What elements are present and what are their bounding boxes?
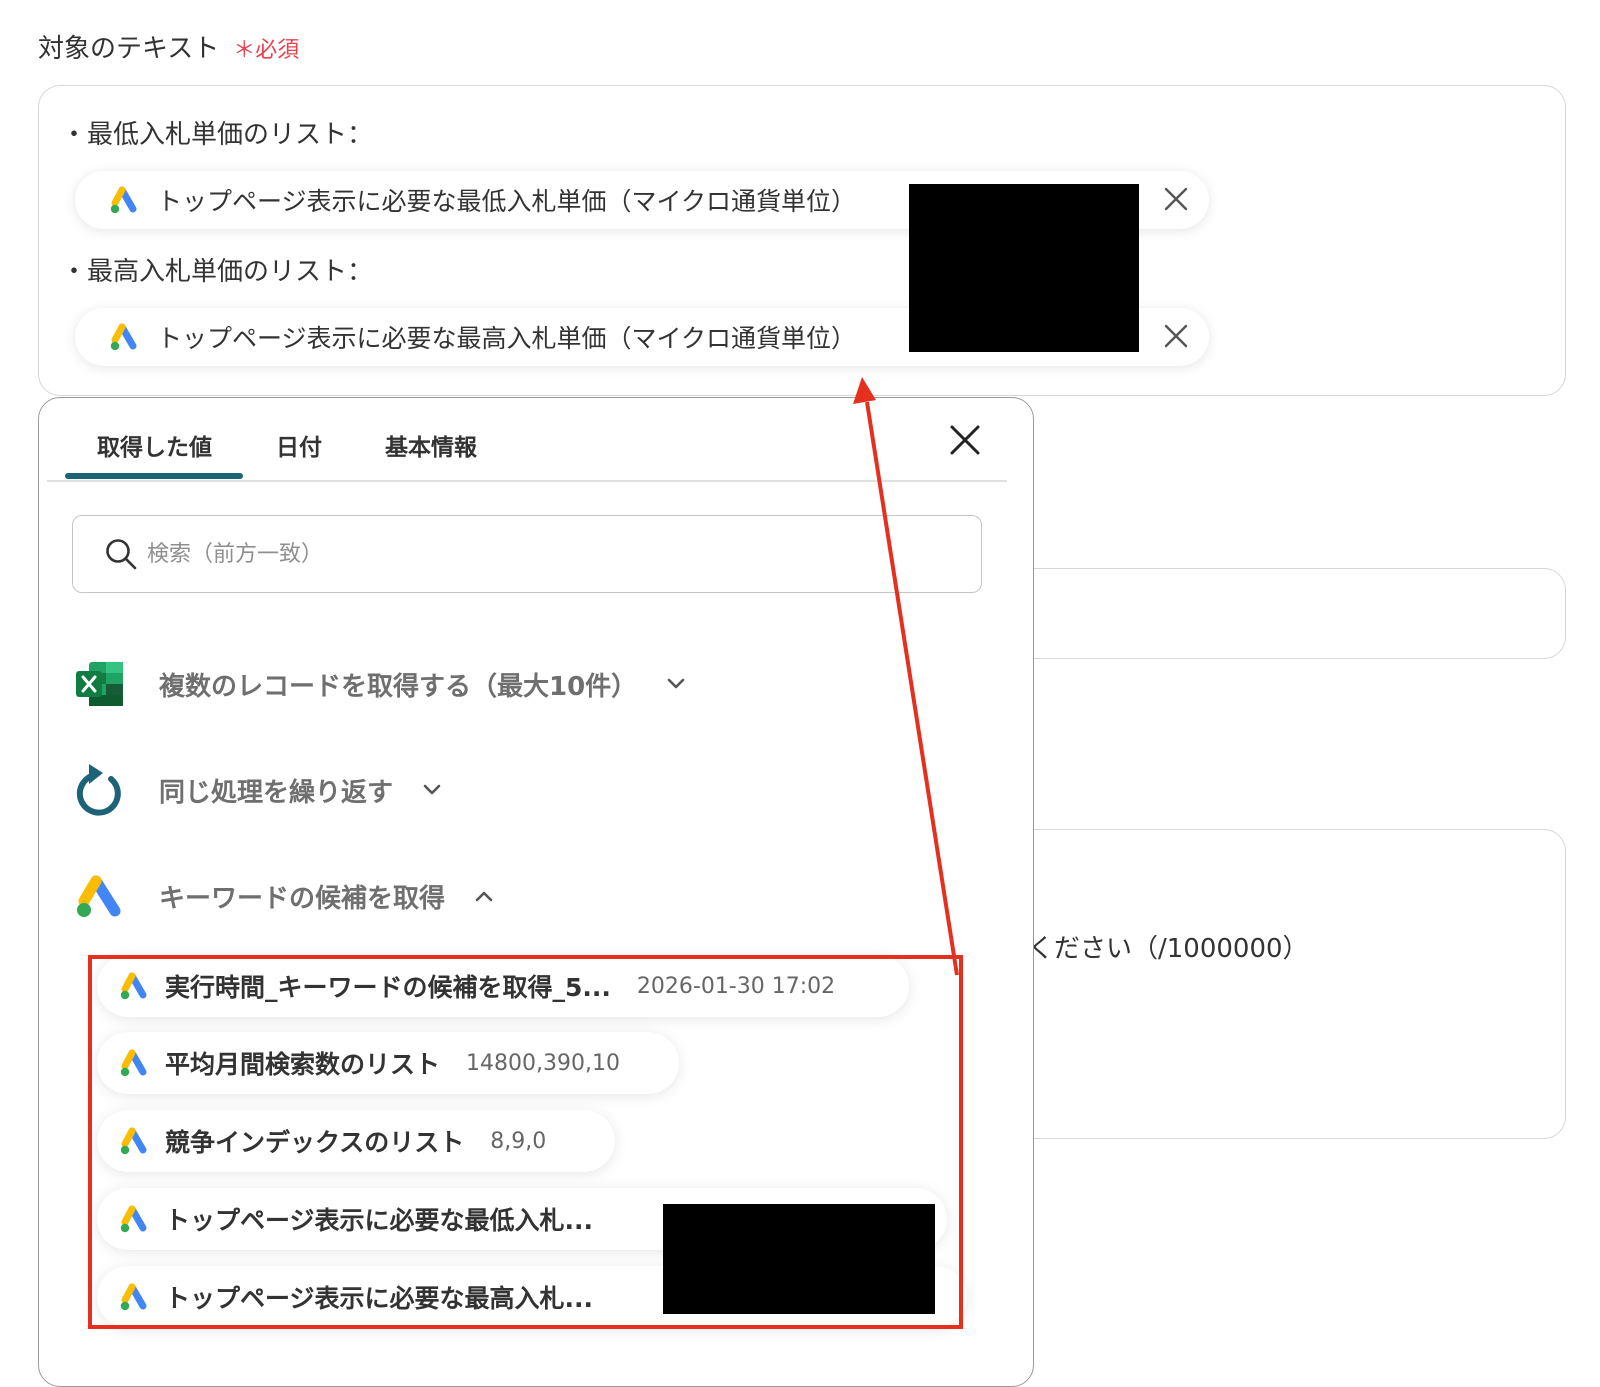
search-icon: [106, 539, 137, 570]
required-text: 必須: [255, 38, 300, 63]
required-asterisk: ＊: [233, 38, 256, 63]
search-field[interactable]: [72, 515, 982, 593]
group-get-records[interactable]: 複数のレコードを取得する（最大10件）: [75, 654, 689, 714]
google-ads-icon: [110, 186, 137, 214]
group-label: キーワードの候補を取得: [159, 883, 446, 914]
close-icon[interactable]: [947, 422, 983, 458]
tab-divider: [47, 480, 1007, 482]
active-tab-indicator: [65, 473, 243, 479]
background-textarea[interactable]: [1000, 829, 1566, 1139]
chevron-down-icon: [667, 678, 685, 689]
chevron-down-icon: [423, 784, 441, 795]
text-line-max-bid: ・最高入札単価のリスト：: [61, 257, 374, 287]
chevron-up-icon: [475, 891, 493, 902]
google-ads-icon: [77, 875, 121, 917]
redacted-area: [909, 184, 1139, 352]
tab-date[interactable]: 日付: [276, 428, 322, 462]
tab-fetched-values[interactable]: 取得した値: [97, 428, 212, 462]
google-ads-icon: [110, 323, 137, 351]
field-label-text: 対象のテキスト: [38, 34, 220, 64]
group-label: 複数のレコードを取得する（最大10件）: [159, 671, 638, 702]
annotation-highlight-box: [88, 955, 963, 1329]
chip-label: トップページ表示に必要な最低入札単価（マイクロ通貨単位）: [157, 187, 857, 216]
required-badge: ＊必須: [233, 38, 299, 63]
background-input-box[interactable]: [1000, 568, 1566, 659]
text-line-min-bid: ・最低入札単価のリスト：: [61, 120, 374, 150]
loop-icon: [76, 764, 121, 816]
chip-label: トップページ表示に必要な最高入札単価（マイクロ通貨単位）: [157, 324, 857, 353]
target-text-input[interactable]: ・最低入札単価のリスト： トップページ表示に必要な最低入札単価（マイクロ通貨単位…: [38, 85, 1566, 396]
group-label: 同じ処理を繰り返す: [159, 777, 394, 808]
close-icon[interactable]: [1161, 321, 1191, 351]
excel-icon: [76, 662, 123, 706]
field-label: 対象のテキスト ＊必須: [38, 28, 299, 65]
tab-basic-info[interactable]: 基本情報: [385, 428, 477, 462]
search-input[interactable]: [145, 534, 945, 574]
group-repeat-process[interactable]: 同じ処理を繰り返す: [75, 760, 445, 820]
group-keyword-suggestions[interactable]: キーワードの候補を取得: [75, 866, 497, 926]
background-hint-text: ください（/1000000）: [1028, 934, 1309, 964]
close-icon[interactable]: [1161, 184, 1191, 214]
